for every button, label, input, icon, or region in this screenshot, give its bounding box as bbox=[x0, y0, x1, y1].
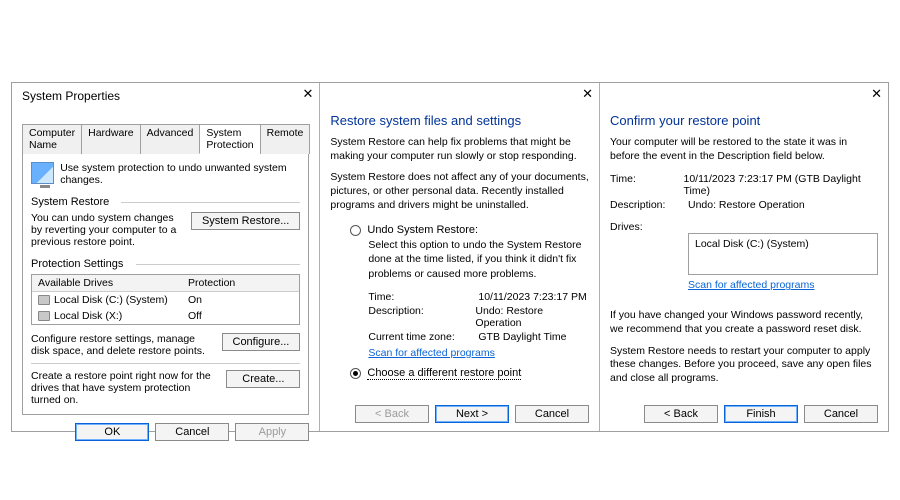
section-protection-settings: Protection Settings bbox=[31, 258, 300, 270]
scan-affected-link[interactable]: Scan for affected programs bbox=[688, 279, 814, 291]
time-value: 10/11/2023 7:23:17 PM bbox=[478, 291, 586, 303]
wizard-para2: System Restore does not affect any of yo… bbox=[330, 171, 589, 212]
disk-icon bbox=[38, 295, 50, 305]
password-reset-note: If you have changed your Windows passwor… bbox=[610, 309, 878, 336]
radio-icon bbox=[350, 368, 361, 379]
wizard-para1: System Restore can help fix problems tha… bbox=[330, 136, 589, 163]
tab-remote[interactable]: Remote bbox=[260, 124, 311, 154]
timezone-label: Current time zone: bbox=[368, 331, 478, 343]
disk-icon bbox=[38, 311, 50, 321]
system-properties-panel: ✕ System Properties Computer Name Hardwa… bbox=[12, 83, 320, 431]
back-button[interactable]: < Back bbox=[644, 405, 718, 423]
description-label: Description: bbox=[368, 305, 475, 329]
tab-body: Use system protection to undo unwanted s… bbox=[22, 154, 309, 415]
intro-text: Use system protection to undo unwanted s… bbox=[60, 162, 300, 186]
close-icon[interactable]: ✕ bbox=[302, 87, 313, 100]
restore-wizard-step1-panel: ✕ Restore system files and settings Syst… bbox=[320, 83, 600, 431]
restart-note: System Restore needs to restart your com… bbox=[610, 345, 878, 386]
cancel-button[interactable]: Cancel bbox=[804, 405, 878, 423]
radio-icon bbox=[350, 225, 361, 236]
description-value: Undo: Restore Operation bbox=[475, 305, 589, 329]
dialog-footer: OK Cancel Apply bbox=[22, 415, 309, 441]
drive-protection: Off bbox=[182, 308, 299, 324]
divider bbox=[31, 363, 300, 364]
configure-description: Configure restore settings, manage disk … bbox=[31, 333, 214, 357]
cancel-button[interactable]: Cancel bbox=[155, 423, 229, 441]
choose-different-label: Choose a different restore point bbox=[367, 367, 521, 379]
col-protection: Protection bbox=[182, 275, 299, 291]
drives-label: Drives: bbox=[610, 221, 688, 233]
cancel-button[interactable]: Cancel bbox=[515, 405, 589, 423]
time-value: 10/11/2023 7:23:17 PM (GTB Daylight Time… bbox=[684, 173, 879, 197]
restore-wizard-confirm-panel: ✕ Confirm your restore point Your comput… bbox=[600, 83, 888, 431]
next-button[interactable]: Next > bbox=[435, 405, 509, 423]
system-restore-button[interactable]: System Restore... bbox=[191, 212, 300, 230]
undo-restore-option[interactable]: Undo System Restore: bbox=[350, 224, 589, 236]
wizard-footer: < Back Finish Cancel bbox=[610, 405, 878, 423]
configure-button[interactable]: Configure... bbox=[222, 333, 301, 351]
undo-restore-label: Undo System Restore: bbox=[367, 224, 478, 236]
back-button: < Back bbox=[355, 405, 429, 423]
time-label: Time: bbox=[610, 173, 684, 197]
time-label: Time: bbox=[368, 291, 478, 303]
restore-description: You can undo system changes by reverting… bbox=[31, 212, 183, 248]
wizard-heading: Restore system files and settings bbox=[330, 113, 589, 128]
drive-name: Local Disk (X:) bbox=[54, 310, 122, 322]
drive-name: Local Disk (C:) (System) bbox=[54, 294, 168, 306]
tab-computer-name[interactable]: Computer Name bbox=[22, 124, 82, 154]
create-description: Create a restore point right now for the… bbox=[31, 370, 218, 406]
window-title: System Properties bbox=[22, 89, 309, 103]
tab-strip: Computer Name Hardware Advanced System P… bbox=[22, 123, 309, 154]
window-group: ✕ System Properties Computer Name Hardwa… bbox=[11, 82, 889, 432]
scan-affected-link[interactable]: Scan for affected programs bbox=[368, 347, 494, 359]
tab-system-protection[interactable]: System Protection bbox=[199, 124, 260, 154]
section-system-restore: System Restore bbox=[31, 196, 300, 208]
timezone-value: GTB Daylight Time bbox=[478, 331, 566, 343]
table-row[interactable]: Local Disk (C:) (System) On bbox=[32, 292, 299, 308]
description-value: Undo: Restore Operation bbox=[688, 199, 805, 211]
confirm-intro: Your computer will be restored to the st… bbox=[610, 136, 878, 163]
ok-button[interactable]: OK bbox=[75, 423, 149, 441]
table-row[interactable]: Local Disk (X:) Off bbox=[32, 308, 299, 324]
close-icon[interactable]: ✕ bbox=[871, 87, 882, 100]
drives-listbox[interactable]: Local Disk (C:) (System) bbox=[688, 233, 878, 275]
undo-restore-description: Select this option to undo the System Re… bbox=[368, 238, 589, 281]
tab-hardware[interactable]: Hardware bbox=[81, 124, 141, 154]
wizard-heading: Confirm your restore point bbox=[610, 113, 878, 128]
close-icon[interactable]: ✕ bbox=[582, 87, 593, 100]
tab-advanced[interactable]: Advanced bbox=[140, 124, 201, 154]
drive-item: Local Disk (C:) (System) bbox=[695, 238, 809, 250]
choose-different-option[interactable]: Choose a different restore point bbox=[350, 367, 589, 379]
wizard-footer: < Back Next > Cancel bbox=[330, 405, 589, 423]
finish-button[interactable]: Finish bbox=[724, 405, 798, 423]
description-label: Description: bbox=[610, 199, 688, 211]
col-available-drives: Available Drives bbox=[32, 275, 182, 291]
apply-button: Apply bbox=[235, 423, 309, 441]
drives-table: Available Drives Protection Local Disk (… bbox=[31, 274, 300, 325]
create-button[interactable]: Create... bbox=[226, 370, 300, 388]
system-protection-icon bbox=[31, 162, 54, 184]
drive-protection: On bbox=[182, 292, 299, 308]
